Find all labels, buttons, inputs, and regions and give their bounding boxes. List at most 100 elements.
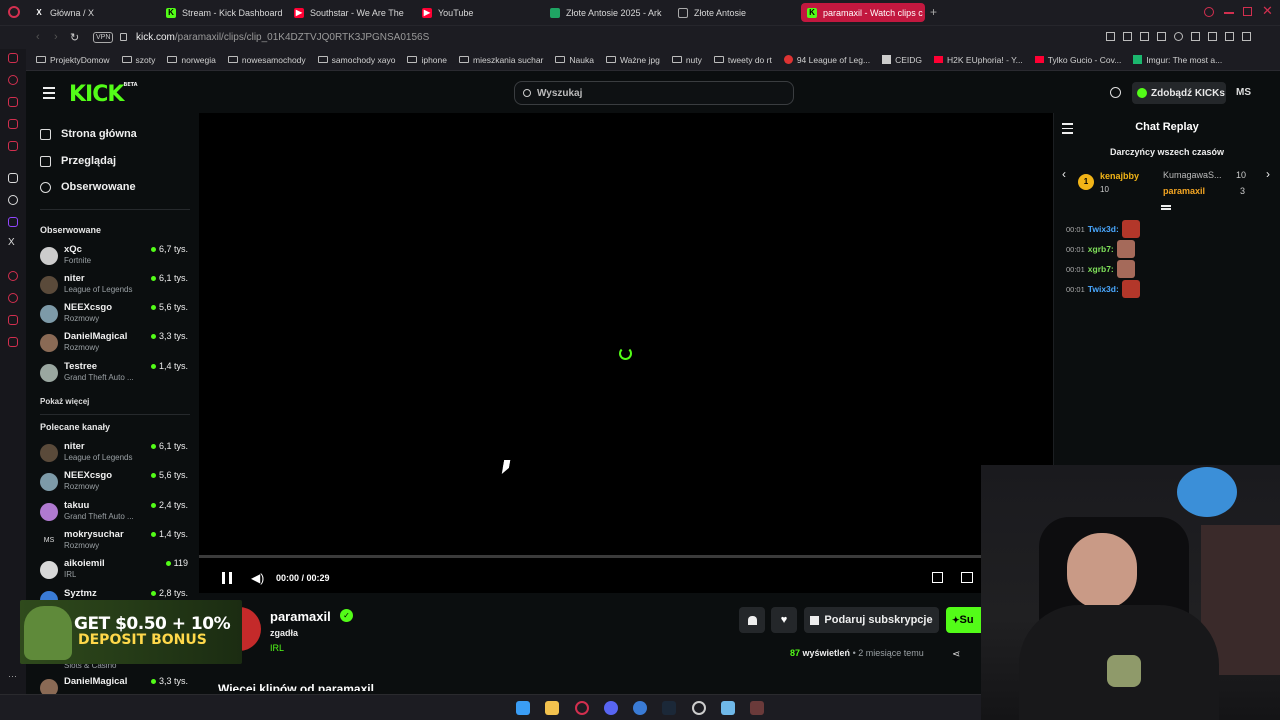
bookmark-item[interactable]: norwegia — [161, 55, 222, 65]
bookmark-item[interactable]: nuty — [666, 55, 708, 65]
search-tabs-icon[interactable] — [1204, 7, 1214, 17]
followed-channel-item[interactable]: niter League of Legends 6,1 tys. — [40, 273, 188, 299]
bookmark-item[interactable]: tweety do rt — [708, 55, 778, 65]
chat-username[interactable]: xgrb7: — [1088, 264, 1114, 274]
nav-browse[interactable]: Przeglądaj — [40, 155, 116, 167]
recommended-channel-item[interactable]: niter League of Legends 6,1 tys. — [40, 441, 188, 467]
notepad-icon[interactable] — [721, 701, 735, 715]
pin-icon[interactable] — [1106, 32, 1115, 41]
app-icon[interactable] — [750, 701, 764, 715]
bookmark-item[interactable]: CEIDG — [876, 55, 928, 65]
tab-youtube[interactable]: ▶ YouTube — [422, 3, 534, 22]
reload-icon[interactable]: ↻ — [70, 31, 79, 44]
sidebar-app-icon[interactable] — [8, 75, 18, 85]
sidebar-app-icon[interactable] — [8, 173, 18, 183]
channel-avatar[interactable] — [239, 607, 261, 651]
opera-logo-icon[interactable] — [8, 6, 20, 18]
bookmark-item[interactable]: samochody xayo — [312, 55, 402, 65]
followed-channel-item[interactable]: NEEXcsgo Rozmowy 5,6 tys. — [40, 302, 188, 328]
x-icon[interactable]: X — [8, 237, 15, 248]
camera-icon[interactable] — [1140, 32, 1149, 41]
forward-icon[interactable]: › — [54, 31, 58, 43]
toolbar-icons[interactable] — [1106, 32, 1251, 41]
theater-mode-icon[interactable] — [961, 572, 973, 583]
notifications-icon[interactable] — [1110, 87, 1121, 98]
category-link[interactable]: IRL — [270, 643, 284, 653]
followed-channel-item[interactable]: xQc Fortnite 6,7 tys. — [40, 244, 188, 270]
next-arrow-icon[interactable]: › — [1266, 167, 1270, 181]
pip-icon[interactable] — [932, 572, 943, 583]
volume-icon[interactable]: ◀) — [251, 571, 264, 585]
followed-channel-item[interactable]: DanielMagical Rozmowy 3,3 tys. — [40, 331, 188, 357]
sidebar-app-icon[interactable] — [8, 53, 18, 63]
back-icon[interactable]: ‹ — [36, 31, 40, 43]
prev-arrow-icon[interactable]: ‹ — [1062, 167, 1066, 181]
nav-home[interactable]: Strona główna — [40, 128, 137, 140]
messenger-icon[interactable] — [633, 701, 647, 715]
bookmark-item[interactable]: Imgur: The most a... — [1127, 55, 1228, 65]
casino-ad-banner[interactable]: GET $0.50 + 10% DEPOSIT BONUS — [20, 600, 242, 664]
recommended-channel-item[interactable]: aikoiemil IRL 119 — [40, 558, 188, 584]
tab-zlote-antosie[interactable]: Złote Antosie — [678, 3, 790, 22]
gifter-name[interactable]: kenajbby — [1100, 171, 1139, 181]
follow-button[interactable]: ♥ — [771, 607, 797, 633]
channel-name[interactable]: paramaxil — [270, 609, 331, 624]
tab-sheets[interactable]: Złote Antosie 2025 - Ark — [550, 3, 664, 22]
download-icon[interactable] — [1225, 32, 1234, 41]
bookmark-item[interactable]: ProjektyDomow — [30, 55, 116, 65]
chatgpt-icon[interactable] — [8, 195, 18, 205]
user-avatar[interactable]: MS — [1236, 87, 1251, 98]
menu-icon[interactable] — [1242, 32, 1251, 41]
video-progress-bar[interactable] — [199, 555, 981, 558]
share-icon[interactable]: ⋖ — [952, 649, 960, 660]
kick-logo[interactable]: KICKBETA — [69, 82, 138, 107]
bookmark-item[interactable]: Tylko Gucio - Cov... — [1029, 55, 1128, 65]
nav-following[interactable]: Obserwowane — [40, 181, 136, 193]
get-kicks-button[interactable]: Zdobądź KICKs — [1132, 82, 1226, 104]
sidebar-app-icon[interactable] — [8, 119, 18, 129]
settings-icon[interactable] — [8, 337, 18, 347]
gift-subscription-button[interactable]: Podaruj subskrypcje — [804, 607, 939, 633]
steam-icon[interactable] — [662, 701, 676, 715]
wallet-icon[interactable] — [1208, 32, 1217, 41]
chat-username[interactable]: Twix3d: — [1088, 284, 1119, 294]
show-more-link[interactable]: Pokaż więcej — [40, 397, 89, 406]
bookmark-item[interactable]: Ważne jpg — [600, 55, 666, 65]
tab-youtube-southstar[interactable]: ▶ Southstar - We Are The P — [294, 3, 406, 22]
hamburger-menu-icon[interactable] — [43, 87, 55, 99]
sidebar-app-icon[interactable] — [8, 141, 18, 151]
maximize-icon[interactable] — [1243, 7, 1252, 16]
obs-icon[interactable] — [692, 701, 706, 715]
minimize-icon[interactable] — [1224, 12, 1234, 14]
bookmark-item[interactable]: iphone — [401, 55, 453, 65]
sidebar-app-icon[interactable] — [8, 315, 18, 325]
bookmark-item[interactable]: szoty — [116, 55, 162, 65]
search-input[interactable]: Wyszukaj — [514, 81, 794, 105]
gifter-name[interactable]: paramaxil — [1163, 186, 1205, 196]
scroll-down-icon[interactable] — [1161, 205, 1171, 207]
tab-kick-dashboard[interactable]: K Stream - Kick Dashboard — [166, 3, 286, 22]
bookmark-item[interactable]: 94 League of Leg... — [778, 55, 876, 65]
more-icon[interactable]: ··· — [8, 671, 17, 681]
followed-channel-item[interactable]: Testree Grand Theft Auto ... 1,4 tys. — [40, 361, 188, 387]
bookmark-item[interactable]: mieszkania suchar — [453, 55, 549, 65]
vpn-badge[interactable]: VPN — [93, 32, 114, 43]
subscribe-button[interactable]: ✦ Su — [946, 607, 981, 633]
pause-icon[interactable] — [222, 572, 232, 584]
file-explorer-icon[interactable] — [545, 701, 559, 715]
bookmark-item[interactable]: H2K EUphoria! - Y... — [928, 55, 1029, 65]
recommended-channel-item[interactable]: DanielMagical 3,3 tys. — [40, 676, 188, 697]
twitch-icon[interactable] — [8, 217, 18, 227]
url-field[interactable]: kick.com/paramaxil/clips/clip_01K4DZTVJQ… — [136, 32, 429, 43]
tab-twitter[interactable]: X Główna / X — [34, 3, 154, 22]
bookmark-item[interactable]: Nauka — [549, 55, 600, 65]
notification-bell-button[interactable] — [739, 607, 765, 633]
gifter-name[interactable]: KumagawaS... — [1163, 170, 1230, 180]
discord-icon[interactable] — [604, 701, 618, 715]
close-icon[interactable]: ✕ — [1262, 3, 1273, 19]
new-tab-icon[interactable]: + — [930, 6, 937, 18]
sidebar-app-icon[interactable] — [8, 293, 18, 303]
recommended-channel-item[interactable]: NEEXcsgo Rozmowy 5,6 tys. — [40, 470, 188, 496]
windows-start-icon[interactable] — [516, 701, 530, 715]
bookmark-item[interactable]: nowesamochody — [222, 55, 312, 65]
